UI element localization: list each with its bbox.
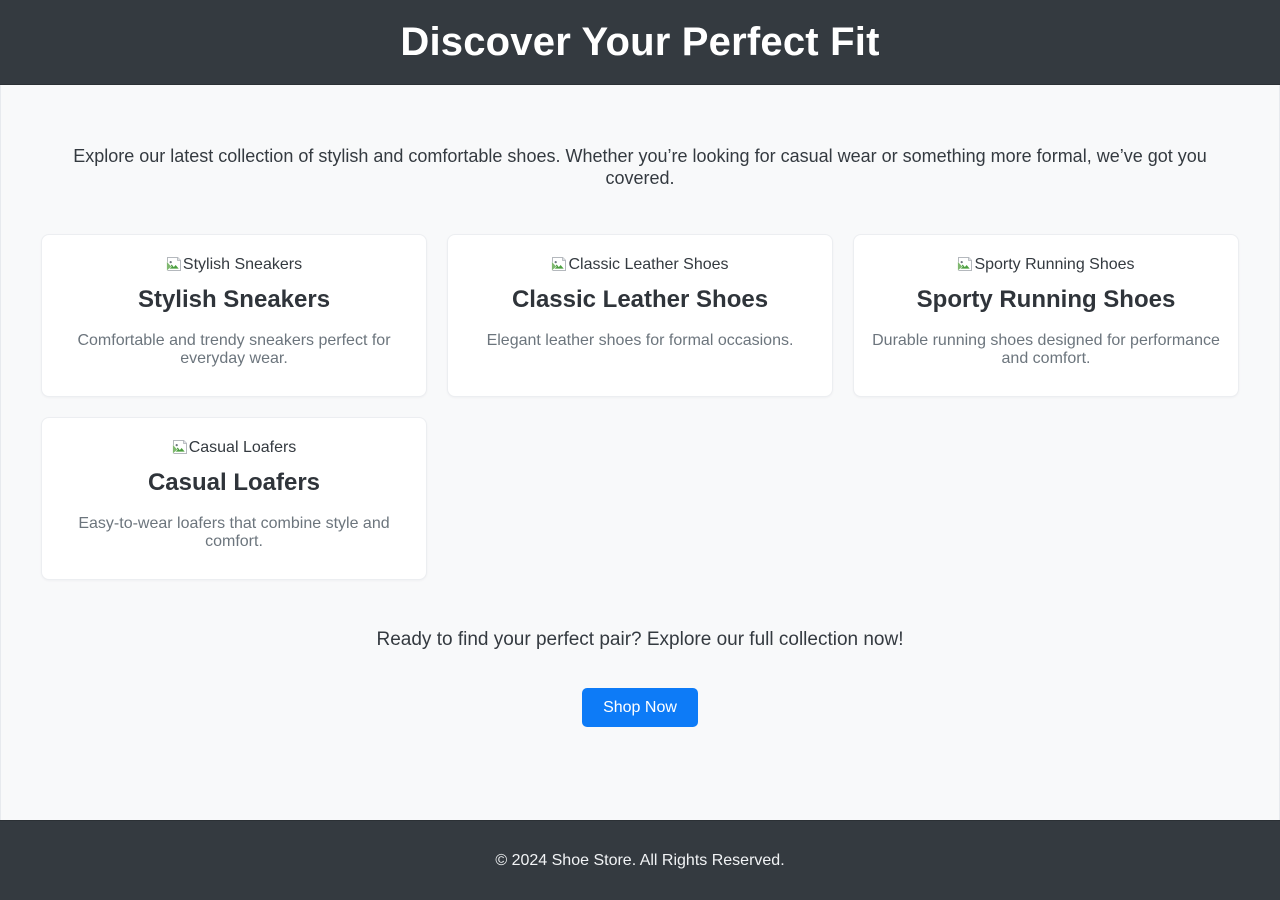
site-footer: © 2024 Shoe Store. All Rights Reserved. (0, 820, 1280, 900)
site-header: Discover Your Perfect Fit (0, 0, 1280, 85)
product-image-placeholder: Stylish Sneakers (60, 255, 408, 275)
product-description: Easy-to-wear loafers that combine style … (78, 515, 390, 550)
product-image-placeholder: Sporty Running Shoes (872, 255, 1220, 275)
page-title: Discover Your Perfect Fit (400, 20, 880, 64)
product-card[interactable]: Stylish Sneakers Stylish Sneakers Comfor… (41, 234, 427, 397)
product-title: Sporty Running Shoes (916, 286, 1176, 313)
product-image-placeholder: Classic Leather Shoes (466, 255, 814, 275)
intro-paragraph: Explore our latest collection of stylish… (73, 146, 1207, 188)
product-image-alt-text: Stylish Sneakers (182, 256, 303, 273)
shop-now-button[interactable]: Shop Now (582, 688, 698, 727)
product-title: Classic Leather Shoes (511, 286, 769, 313)
product-description: Elegant leather shoes for formal occasio… (486, 332, 794, 349)
cta-text: Ready to find your perfect pair? Explore… (376, 629, 904, 650)
call-to-action-section: Ready to find your perfect pair? Explore… (41, 628, 1239, 727)
product-description: Comfortable and trendy sneakers perfect … (77, 332, 391, 367)
product-image-alt-text: Sporty Running Shoes (974, 256, 1135, 273)
page-root: Discover Your Perfect Fit Explore our la… (0, 0, 1280, 900)
product-description: Durable running shoes designed for perfo… (872, 332, 1220, 367)
product-card[interactable]: Classic Leather Shoes Classic Leather Sh… (447, 234, 833, 397)
broken-image-icon (552, 257, 567, 272)
product-image-alt-text: Classic Leather Shoes (568, 256, 729, 273)
product-card[interactable]: Sporty Running Shoes Sporty Running Shoe… (853, 234, 1239, 397)
product-title: Casual Loafers (147, 469, 321, 496)
product-image-alt-text: Casual Loafers (188, 439, 297, 456)
broken-image-icon (172, 440, 187, 455)
product-card[interactable]: Casual Loafers Casual Loafers Easy-to-we… (41, 417, 427, 580)
product-title: Stylish Sneakers (137, 286, 331, 313)
product-card-grid: Stylish Sneakers Stylish Sneakers Comfor… (41, 234, 1239, 580)
main-content: Explore our latest collection of stylish… (0, 85, 1280, 820)
copyright-text: © 2024 Shoe Store. All Rights Reserved. (495, 852, 785, 869)
broken-image-icon (166, 257, 181, 272)
product-image-placeholder: Casual Loafers (60, 438, 408, 458)
broken-image-icon (958, 257, 973, 272)
